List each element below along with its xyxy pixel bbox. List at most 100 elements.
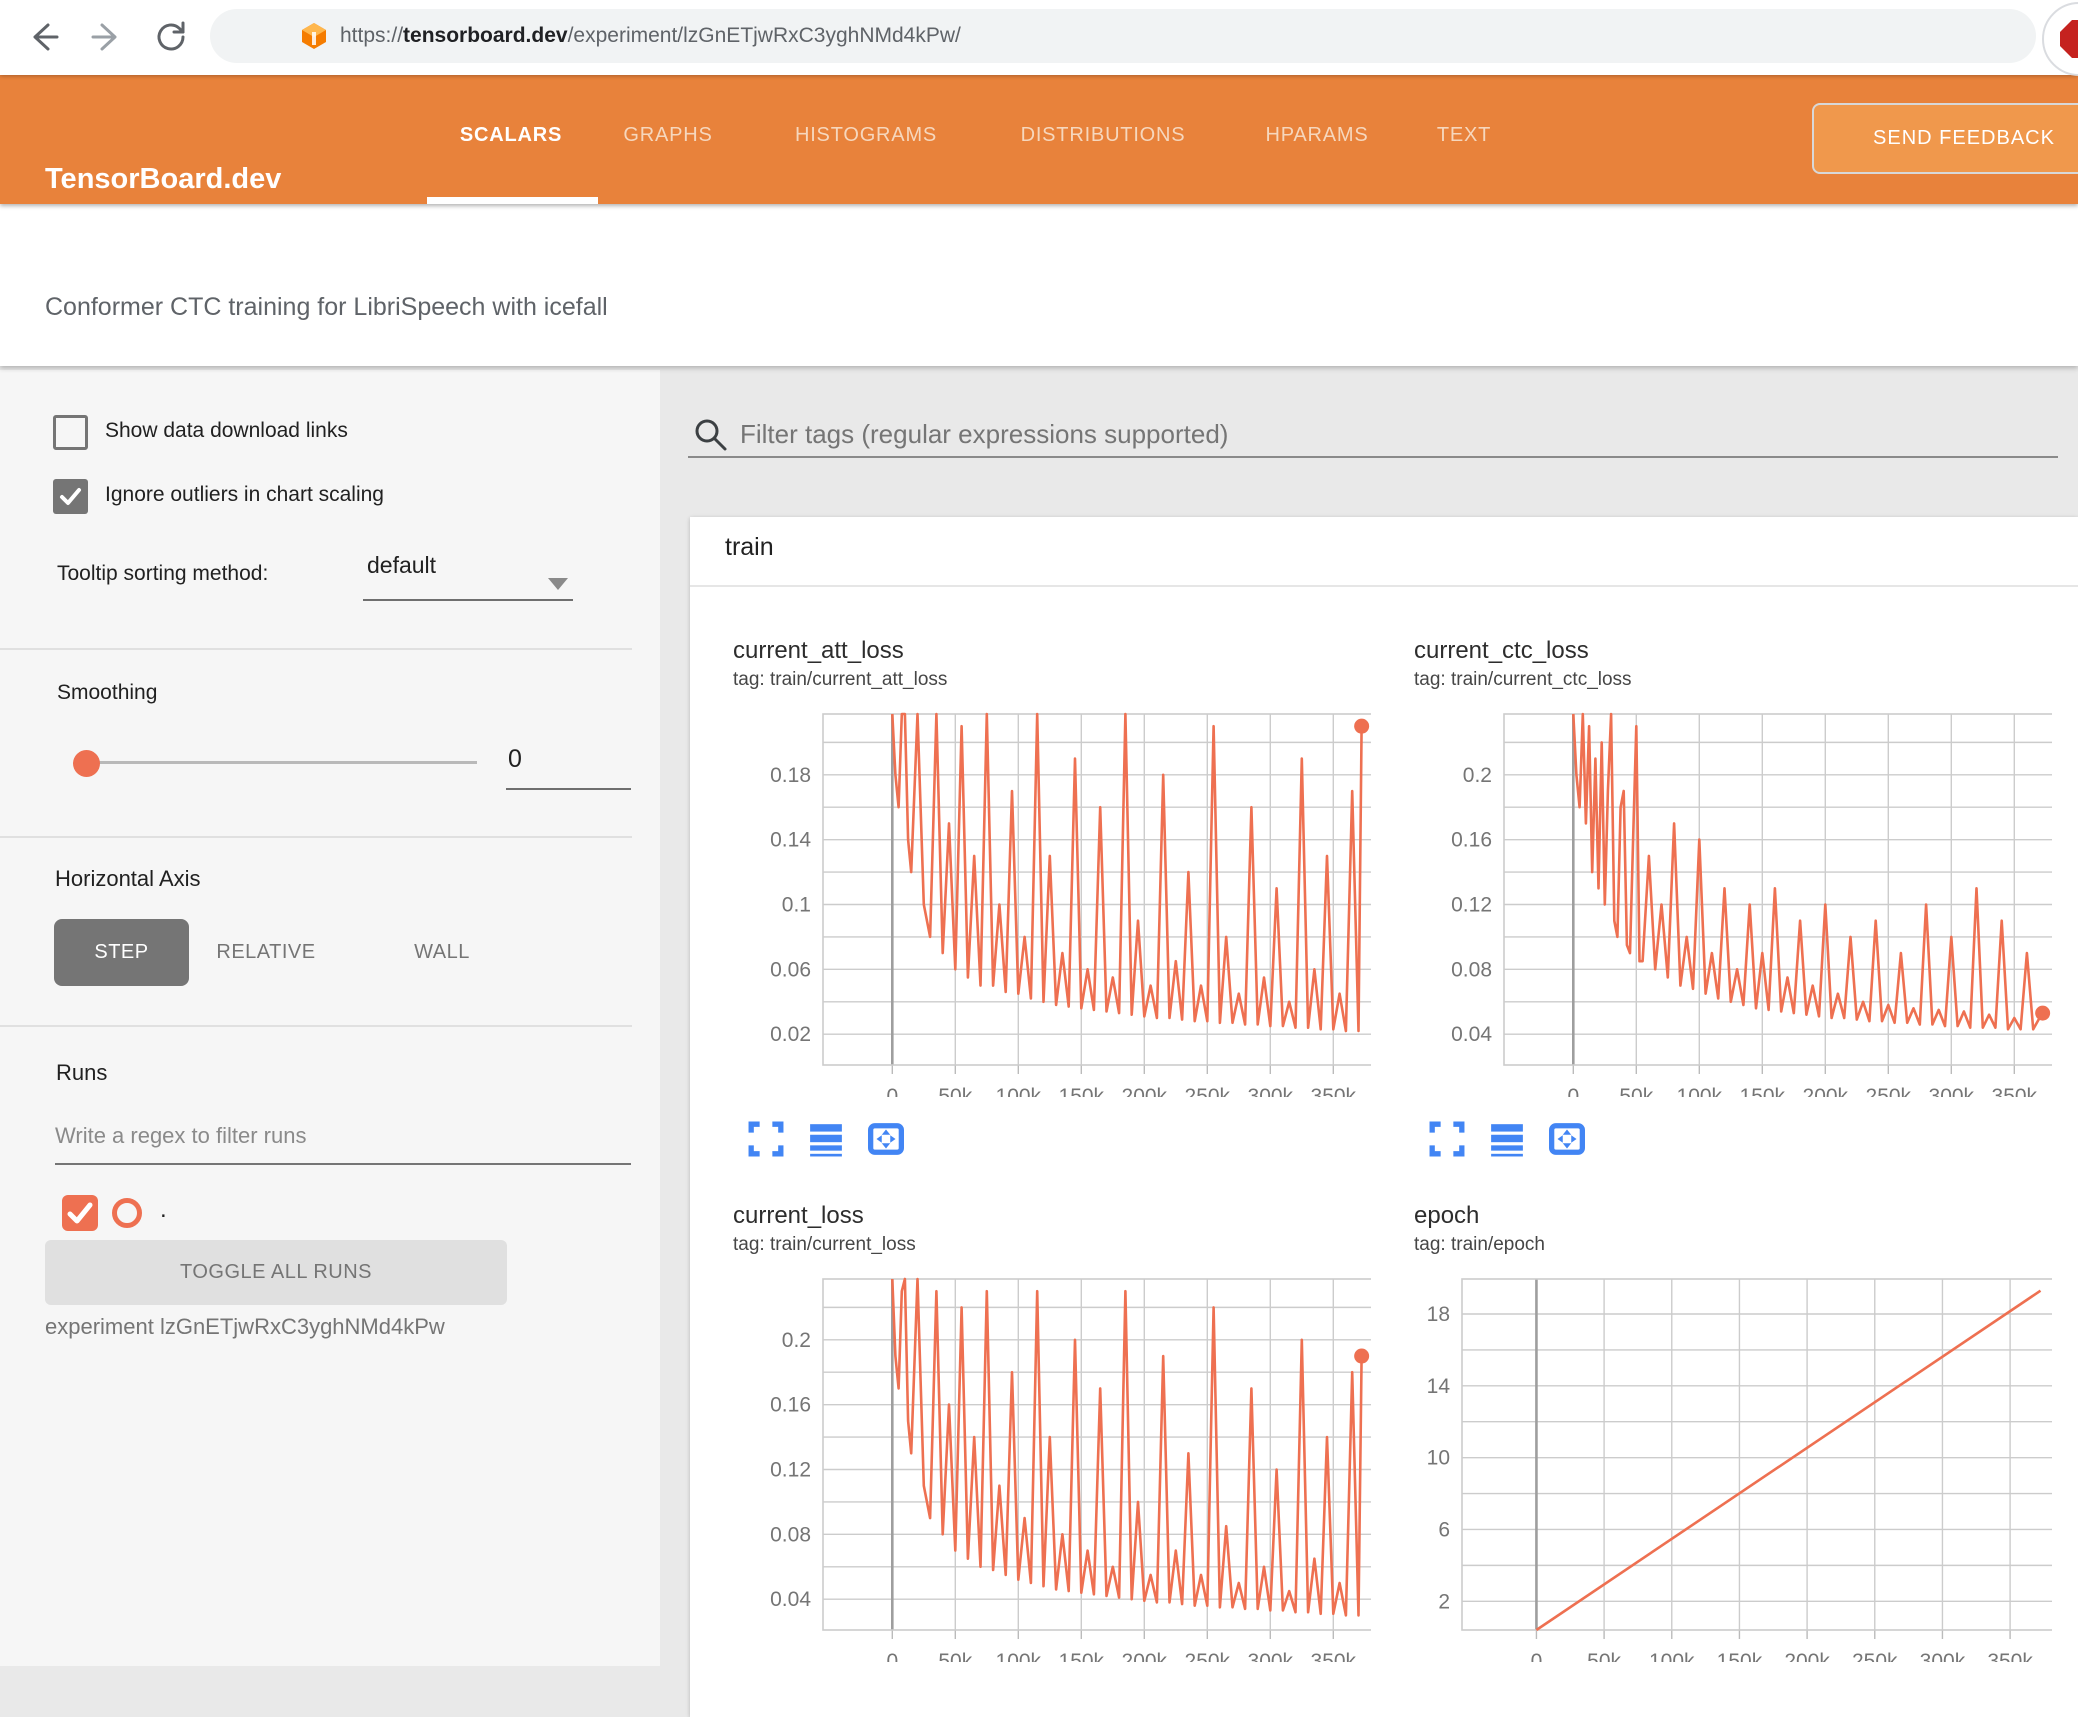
y-tick-label: 0.08 bbox=[770, 1523, 811, 1546]
tensorboard-favicon bbox=[302, 23, 326, 49]
smoothing-value-underline bbox=[506, 788, 631, 790]
tag-group-title[interactable]: train bbox=[690, 517, 2078, 587]
y-tick-label: 0.04 bbox=[1451, 1023, 1492, 1046]
brand-title: TensorBoard.dev bbox=[45, 163, 282, 195]
smoothing-slider-track[interactable] bbox=[97, 761, 477, 764]
final-value-dot[interactable] bbox=[2035, 1005, 2051, 1021]
chart-plot-epoch[interactable]: 2 6 10 14 18 0 50k 100k 150k 200k 250k 300k 350k bbox=[1371, 1262, 2052, 1662]
active-tab-underline bbox=[427, 197, 598, 204]
fullscreen-icon[interactable] bbox=[748, 1121, 784, 1157]
x-tick-label: 300k bbox=[1920, 1650, 1966, 1662]
log-scale-icon[interactable] bbox=[1489, 1121, 1525, 1157]
smoothing-value[interactable]: 0 bbox=[508, 745, 522, 774]
select-underline bbox=[363, 599, 573, 601]
url-bar[interactable]: https://tensorboard.dev/experiment/lzGnE… bbox=[210, 9, 2036, 63]
browser-chrome: https://tensorboard.dev/experiment/lzGnE… bbox=[0, 0, 2078, 76]
experiment-title: Conformer CTC training for LibriSpeech w… bbox=[45, 293, 608, 321]
log-scale-icon[interactable] bbox=[808, 1121, 844, 1157]
x-tick-label: 200k bbox=[1122, 1650, 1168, 1662]
tab-histograms[interactable]: HISTOGRAMS bbox=[795, 124, 937, 147]
plot-border bbox=[1461, 1278, 2052, 1631]
y-tick-label: 0.2 bbox=[1463, 764, 1492, 787]
tab-text[interactable]: TEXT bbox=[1437, 124, 1491, 147]
tab-scalars[interactable]: SCALARS bbox=[460, 124, 562, 147]
x-tick-label: 300k bbox=[1248, 1650, 1294, 1662]
smoothing-label: Smoothing bbox=[57, 681, 158, 704]
tab-hparams[interactable]: HPARAMS bbox=[1265, 124, 1368, 147]
fullscreen-icon[interactable] bbox=[1429, 1121, 1465, 1157]
ignore-outliers-label: Ignore outliers in chart scaling bbox=[105, 483, 384, 506]
chart-cell-epoch: epoch tag: train/epoch 2 6 10 14 18 0 50k 100k 150… bbox=[1371, 1157, 2052, 1717]
chart-tag: tag: train/epoch bbox=[1414, 1234, 1545, 1255]
y-tick-label: 2 bbox=[1438, 1590, 1450, 1613]
axis-wall-button[interactable]: WALL bbox=[382, 919, 502, 986]
chart-plot-current_ctc_loss[interactable]: 0.04 0.08 0.12 0.16 0.2 0 50k 100k 150k 200k 250k 3… bbox=[1371, 697, 2052, 1097]
send-feedback-button[interactable]: SEND FEEDBACK bbox=[1812, 103, 2078, 174]
x-tick-label: 350k bbox=[1992, 1085, 2038, 1097]
runs-input-underline bbox=[55, 1163, 631, 1165]
final-value-dot[interactable] bbox=[1354, 1348, 1370, 1364]
y-tick-label: 14 bbox=[1427, 1375, 1451, 1398]
experiment-title-bar bbox=[0, 204, 2078, 366]
fit-domain-icon[interactable] bbox=[868, 1121, 904, 1157]
toggle-all-runs-button[interactable]: TOGGLE ALL RUNS bbox=[45, 1240, 507, 1305]
x-tick-label: 250k bbox=[1866, 1085, 1912, 1097]
series-line-current_loss bbox=[891, 1277, 1363, 1617]
chart-tag: tag: train/current_loss bbox=[733, 1234, 916, 1255]
chart-tag: tag: train/current_ctc_loss bbox=[1414, 669, 1632, 690]
x-tick-label: 50k bbox=[1587, 1650, 1621, 1662]
chevron-down-icon[interactable] bbox=[548, 578, 568, 590]
y-tick-label: 0.1 bbox=[782, 893, 811, 916]
charts-grid: current_att_loss tag: train/current_att_l… bbox=[690, 587, 2062, 1717]
fit-domain-icon[interactable] bbox=[1549, 1121, 1585, 1157]
x-tick-label: 250k bbox=[1185, 1085, 1231, 1097]
tab-distributions[interactable]: DISTRIBUTIONS bbox=[1021, 124, 1186, 147]
show-download-links-checkbox[interactable] bbox=[53, 415, 88, 450]
runs-label: Runs bbox=[56, 1060, 108, 1085]
filter-tags-field[interactable]: Filter tags (regular expressions support… bbox=[690, 414, 2070, 456]
x-tick-label: 250k bbox=[1852, 1650, 1898, 1662]
y-tick-label: 0.2 bbox=[782, 1329, 811, 1352]
avatar[interactable] bbox=[2042, 2, 2078, 76]
x-tick-label: 350k bbox=[1987, 1650, 2033, 1662]
tooltip-sorting-select[interactable]: default bbox=[367, 552, 436, 579]
x-tick-label: 350k bbox=[1311, 1650, 1357, 1662]
x-tick-label: 50k bbox=[1619, 1085, 1653, 1097]
run-color-swatch[interactable] bbox=[112, 1198, 142, 1228]
horizontal-axis-label: Horizontal Axis bbox=[55, 866, 201, 891]
y-tick-label: 0.14 bbox=[770, 829, 811, 852]
ignore-outliers-checkbox[interactable] bbox=[53, 479, 88, 514]
y-tick-label: 0.02 bbox=[770, 1023, 811, 1046]
divider bbox=[0, 836, 632, 838]
axis-relative-button[interactable]: RELATIVE bbox=[196, 919, 336, 986]
axis-step-button[interactable]: STEP bbox=[54, 919, 189, 986]
tag-group-card: train current_att_loss tag: train/current… bbox=[690, 517, 2078, 1717]
x-tick-label: 100k bbox=[1649, 1650, 1695, 1662]
filter-tags-placeholder: Filter tags (regular expressions support… bbox=[740, 419, 1229, 449]
x-tick-label: 0 bbox=[886, 1650, 898, 1662]
x-tick-label: 150k bbox=[1059, 1085, 1105, 1097]
search-icon bbox=[695, 419, 727, 451]
x-tick-label: 50k bbox=[938, 1650, 972, 1662]
y-tick-label: 0.04 bbox=[770, 1588, 811, 1611]
smoothing-slider-knob[interactable] bbox=[73, 750, 100, 777]
chart-plot-current_att_loss[interactable]: 0.02 0.06 0.1 0.14 0.18 0 50k 100k 150k 200k 250k 3… bbox=[690, 697, 1371, 1097]
back-icon[interactable] bbox=[24, 18, 62, 56]
chart-toolbar bbox=[748, 1121, 1371, 1157]
run-checkbox[interactable] bbox=[62, 1195, 98, 1231]
app-header: TensorBoard.dev SCALARS GRAPHS HISTOGRAM… bbox=[0, 75, 2078, 204]
x-tick-label: 50k bbox=[938, 1085, 972, 1097]
tab-graphs[interactable]: GRAPHS bbox=[623, 124, 712, 147]
x-tick-label: 0 bbox=[1567, 1085, 1579, 1097]
chart-tag: tag: train/current_att_loss bbox=[733, 669, 948, 690]
final-value-dot[interactable] bbox=[1354, 718, 1370, 734]
url-text: https://tensorboard.dev/experiment/lzGnE… bbox=[340, 24, 961, 47]
y-tick-label: 18 bbox=[1427, 1303, 1450, 1326]
chart-plot-current_loss[interactable]: 0.04 0.08 0.12 0.16 0.2 0 50k 100k 150k 200k 250k 3… bbox=[690, 1262, 1371, 1662]
runs-filter-input[interactable]: Write a regex to filter runs bbox=[55, 1123, 306, 1149]
y-tick-label: 0.06 bbox=[770, 958, 811, 981]
y-tick-label: 0.16 bbox=[1451, 829, 1492, 852]
refresh-icon[interactable] bbox=[152, 18, 190, 56]
forward-icon[interactable] bbox=[88, 18, 126, 56]
y-tick-label: 0.12 bbox=[770, 1458, 811, 1481]
